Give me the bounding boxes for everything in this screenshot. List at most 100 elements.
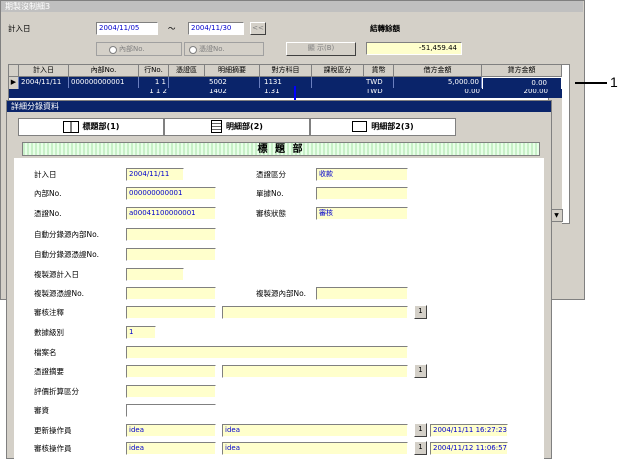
grid-header-line[interactable]: 行No.: [139, 65, 169, 77]
grid-header-tax[interactable]: 課稅區分: [312, 65, 364, 77]
eval-label: 評價折算區分: [34, 387, 79, 396]
cell-debit-2: 0.00: [464, 89, 480, 95]
header-section-bar: 標 題 部: [22, 142, 540, 156]
voucher-summary-label: 憑證摘要: [34, 367, 64, 376]
cell-date: 2004/11/11: [19, 77, 69, 88]
radio-internal-label: 內部No.: [119, 45, 145, 53]
tab-detail-label: 明細部(2): [226, 122, 263, 131]
date-field-label: 計入日: [34, 170, 57, 179]
cell-credit-2: 200.00: [523, 89, 549, 95]
voucher-summary-code-field[interactable]: [126, 365, 216, 378]
callout-number: 1: [610, 74, 618, 90]
copy-voucher-field[interactable]: [126, 287, 216, 300]
voucher-summary-text-field[interactable]: [222, 365, 408, 378]
file-label: 檔案名: [34, 348, 57, 357]
reviewer-label: 審核操作員: [34, 444, 72, 453]
grid-row-selected[interactable]: ▶ 2004/11/11 000000000001 1 1 5002 1131 …: [9, 77, 562, 90]
vclass-field[interactable]: 收款: [316, 168, 408, 181]
cell-currency-2: TWD: [366, 89, 383, 95]
cell-summary: 5002: [205, 77, 260, 88]
grid-header-credit[interactable]: 貸方金額: [482, 65, 562, 77]
grid-header-account[interactable]: 對方科目: [260, 65, 312, 77]
review-note-code-field[interactable]: [126, 306, 216, 319]
grid-header-debit[interactable]: 借方金額: [394, 65, 482, 77]
level-field[interactable]: 1: [126, 326, 156, 339]
tab-detail2-label: 明細部2(3): [371, 122, 414, 131]
cell-line-b: 1: [161, 78, 166, 86]
date-field[interactable]: 2004/11/11: [126, 168, 184, 181]
voucher-field-label: 憑證No.: [34, 209, 62, 218]
auto-internal-field[interactable]: [126, 228, 216, 241]
eval-field[interactable]: [126, 385, 216, 398]
balance-value: -51,459.44: [366, 42, 462, 55]
approve-field[interactable]: [126, 404, 216, 417]
background-window-title: 期製沒制細3: [1, 1, 583, 12]
grid-row-indicator-header: [9, 65, 19, 77]
approve-label: 審資: [34, 406, 49, 415]
updater-name-field[interactable]: idea: [222, 424, 408, 437]
cell-currency: TWD: [364, 77, 394, 88]
tab-header[interactable]: 標題部(1): [18, 118, 164, 136]
doc-field-label: 單據No.: [256, 189, 284, 198]
cell-line: 1 1: [139, 77, 169, 88]
cell-account: 1131: [260, 77, 312, 88]
review-status-label: 審核狀態: [256, 209, 286, 218]
doc-field[interactable]: [316, 187, 408, 200]
copy-date-field[interactable]: [126, 268, 184, 281]
file-field[interactable]: [126, 346, 408, 359]
date-prev-button[interactable]: <<: [250, 22, 266, 35]
date-tilde: ～: [168, 24, 176, 33]
reviewer-name-field[interactable]: idea: [222, 442, 408, 455]
radio-voucher-dot-icon: [189, 46, 197, 54]
cell-debit: 5,000.00: [394, 77, 482, 88]
review-note-lookup-button[interactable]: 1: [414, 305, 427, 319]
display-button[interactable]: 顯 示(B): [286, 42, 356, 56]
reviewer-time-field[interactable]: 2004/11/12 11:06:57: [430, 442, 508, 455]
cell-line-a: 1: [154, 78, 160, 86]
grid-header-vclass[interactable]: 憑證區: [169, 65, 205, 77]
copy-internal-field[interactable]: [316, 287, 408, 300]
date-to-input[interactable]: 2004/11/30: [188, 22, 244, 35]
updater-time-field[interactable]: 2004/11/11 16:27:23: [430, 424, 508, 437]
document-icon: [211, 120, 223, 133]
copy-internal-label: 複製源內部No.: [256, 289, 306, 298]
review-note-label: 審核注釋: [34, 308, 64, 317]
tab-detail[interactable]: 明細部(2): [164, 118, 310, 136]
voucher-summary-lookup-button[interactable]: 1: [414, 364, 427, 378]
reviewer-id-field[interactable]: idea: [126, 442, 216, 455]
tab-header-label: 標題部(1): [82, 122, 120, 131]
internal-field[interactable]: 000000000001: [126, 187, 216, 200]
internal-field-label: 內部No.: [34, 189, 62, 198]
radio-voucher[interactable]: 憑證No.: [184, 42, 264, 56]
row-pointer-icon: ▶: [9, 77, 19, 89]
tab-detail2[interactable]: 明細部2(3): [310, 118, 456, 136]
vclass-field-label: 憑證區分: [256, 170, 286, 179]
header-section-title: 標 題 部: [257, 144, 305, 155]
updater-lookup-button[interactable]: 1: [414, 423, 427, 437]
grid-header-date[interactable]: 計入日: [19, 65, 69, 77]
radio-internal[interactable]: 內部No.: [96, 42, 182, 56]
auto-voucher-label: 自動分錄源憑證No.: [34, 250, 99, 259]
grid-header-internal[interactable]: 內部No.: [69, 65, 139, 77]
date-from-input[interactable]: 2004/11/05: [96, 22, 158, 35]
radio-voucher-label: 憑證No.: [199, 45, 225, 53]
cell-account-2: 1.31: [264, 89, 280, 95]
grid-header-currency[interactable]: 貨幣: [364, 65, 394, 77]
review-note-text-field[interactable]: [222, 306, 408, 319]
review-status-field[interactable]: 審核: [316, 207, 408, 220]
auto-internal-label: 自動分錄源內部No.: [34, 230, 99, 239]
callout-line: [575, 82, 607, 84]
cell-internal: 000000000001: [69, 77, 139, 88]
balance-label: 結轉餘額: [370, 24, 400, 33]
copy-date-label: 複製源計入日: [34, 270, 79, 279]
updater-label: 更新操作員: [34, 426, 72, 435]
grid-header-summary[interactable]: 明細摘要: [205, 65, 260, 77]
updater-id-field[interactable]: idea: [126, 424, 216, 437]
voucher-field[interactable]: a00041100000001: [126, 207, 216, 220]
auto-voucher-field[interactable]: [126, 248, 216, 261]
grid-row-2[interactable]: 1 1 2 1402 1.31 TWD 0.00 200.00: [9, 89, 562, 98]
book-icon: [62, 120, 79, 133]
reviewer-lookup-button[interactable]: 1: [414, 441, 427, 455]
detail-dialog-title: 詳細分錄資料: [7, 101, 551, 112]
date-label: 計入日: [8, 24, 31, 33]
